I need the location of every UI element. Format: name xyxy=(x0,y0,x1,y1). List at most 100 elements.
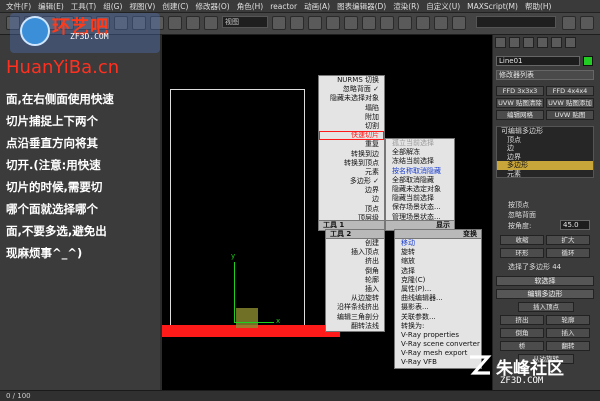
quad-menu-item[interactable]: 孤立当前选择 xyxy=(386,139,454,148)
quad-menu-item[interactable]: 转换到边 xyxy=(319,150,384,159)
quad-menu-item[interactable]: 属性(P)... xyxy=(395,285,481,294)
quad-menu-item[interactable]: 克隆(C) xyxy=(395,276,481,285)
quad-menu-item[interactable]: 转换为: xyxy=(395,322,481,331)
rotate-icon[interactable] xyxy=(186,16,200,30)
quad-menu-item[interactable]: 插入 xyxy=(326,285,384,294)
layer-manager-icon[interactable] xyxy=(452,16,466,30)
quad-menu-item[interactable]: 塌陷 xyxy=(319,104,384,113)
quad-menu-item[interactable]: 按名称取消隐藏 xyxy=(386,167,454,176)
insert-vertex-button[interactable]: 插入顶点 xyxy=(518,302,574,312)
quad-menu-item[interactable]: 隐藏未选定对象 xyxy=(386,185,454,194)
uvw-clear-button[interactable]: UVW 贴图清除 xyxy=(496,98,544,108)
edit-polygons-rollout[interactable]: 编辑多边形 xyxy=(496,289,594,299)
quad-menu-item[interactable]: 切割 xyxy=(319,122,384,131)
quad-menu-item[interactable]: 忽略背面 ✓ xyxy=(319,85,384,94)
quad-menu-item[interactable]: 插入顶点 xyxy=(326,248,384,257)
render-setup-icon[interactable] xyxy=(562,16,576,30)
quad-menu-item[interactable]: 轮廓 xyxy=(326,276,384,285)
quad-menu-item[interactable]: 附加 xyxy=(319,113,384,122)
quad-menu-item[interactable]: 冻结当前选择 xyxy=(386,157,454,166)
spinner-snap-icon[interactable] xyxy=(380,16,394,30)
pivot-icon[interactable] xyxy=(272,16,286,30)
mirror-icon[interactable] xyxy=(416,16,430,30)
quad-menu-item[interactable]: 全部取消隐藏 xyxy=(386,176,454,185)
stack-item-edge[interactable]: 边 xyxy=(497,144,593,153)
stack-item-element[interactable]: 元素 xyxy=(497,170,593,179)
quad-menu-item[interactable]: 重复 xyxy=(319,140,384,149)
menu-item[interactable]: reactor xyxy=(270,2,297,11)
quad-menu-item[interactable]: 倒角 xyxy=(326,267,384,276)
select-manipulate-icon[interactable] xyxy=(290,16,304,30)
quad-menu-item[interactable]: 全部解冻 xyxy=(386,148,454,157)
menu-item[interactable]: 帮助(H) xyxy=(525,1,552,12)
create-tab-icon[interactable] xyxy=(495,37,506,48)
display-tab-icon[interactable] xyxy=(551,37,562,48)
menu-item[interactable]: 文件(F) xyxy=(6,1,31,12)
named-selection-icon[interactable] xyxy=(398,16,412,30)
flip-button[interactable]: 翻转 xyxy=(546,341,590,351)
time-slider[interactable]: 0 / 100 xyxy=(0,390,600,401)
menu-item[interactable]: 工具(T) xyxy=(71,1,96,12)
object-color-swatch[interactable] xyxy=(583,56,593,66)
keyboard-shortcut-icon[interactable] xyxy=(308,16,322,30)
grow-button[interactable]: 扩大 xyxy=(546,235,590,245)
inset-button[interactable]: 插入 xyxy=(546,328,590,338)
menu-item[interactable]: 修改器(O) xyxy=(195,1,229,12)
object-name-field[interactable]: Line01 xyxy=(496,56,580,66)
menu-item[interactable]: MAXScript(M) xyxy=(467,2,518,11)
quad-menu-item[interactable]: 摄影表... xyxy=(395,303,481,312)
quad-menu-item[interactable]: 多边形 ✓ xyxy=(319,177,384,186)
utilities-tab-icon[interactable] xyxy=(565,37,576,48)
outline-button[interactable]: 轮廓 xyxy=(546,315,590,325)
stack-item-polygon[interactable]: 多边形 xyxy=(497,161,593,170)
snap-3d-icon[interactable] xyxy=(326,16,340,30)
quad-menu-item[interactable]: 曲线编辑器... xyxy=(395,294,481,303)
ffd444-button[interactable]: FFD 4x4x4 xyxy=(546,86,594,96)
menu-item[interactable]: 角色(H) xyxy=(237,1,264,12)
modifier-stack[interactable]: 可编辑多边形 顶点 边 边界 多边形 元素 xyxy=(496,126,594,178)
quad-menu-item[interactable]: 关联参数... xyxy=(395,313,481,322)
stack-item-border[interactable]: 边界 xyxy=(497,153,593,162)
motion-tab-icon[interactable] xyxy=(537,37,548,48)
quad-menu-item[interactable]: 创建 xyxy=(326,239,384,248)
uvw-add-button[interactable]: UVW 贴图添加 xyxy=(546,98,594,108)
stack-title[interactable]: 可编辑多边形 xyxy=(497,127,593,136)
by-angle-checkbox[interactable]: 按角度: xyxy=(508,221,531,231)
menu-item[interactable]: 动画(A) xyxy=(304,1,330,12)
quad-menu-item[interactable]: 边 xyxy=(319,195,384,204)
by-vertex-checkbox[interactable]: 按顶点 xyxy=(508,200,529,210)
angle-snap-icon[interactable] xyxy=(344,16,358,30)
quad-menu-item[interactable]: 保存场景状态... xyxy=(386,203,454,212)
menu-item[interactable]: 编辑(E) xyxy=(38,1,64,12)
menu-item[interactable]: 视图(V) xyxy=(129,1,155,12)
quad-menu-item[interactable]: 快速切片 xyxy=(319,131,384,141)
reference-coordinate-select[interactable]: 视图 xyxy=(222,16,268,28)
menu-item[interactable]: 渲染(R) xyxy=(393,1,419,12)
named-selection-set-select[interactable] xyxy=(476,16,556,28)
move-icon[interactable] xyxy=(168,16,182,30)
quad-menu-item[interactable]: 从边旋转 xyxy=(326,294,384,303)
quad-menu-item[interactable]: 沿样条线挤出 xyxy=(326,303,384,312)
quad-menu-item[interactable]: 隐藏当前选择 xyxy=(386,194,454,203)
quad-menu-item[interactable]: 选择 xyxy=(395,267,481,276)
quad-menu-item[interactable]: 缩放 xyxy=(395,257,481,266)
menu-item[interactable]: 创建(C) xyxy=(162,1,188,12)
quad-menu-item[interactable]: 元素 xyxy=(319,168,384,177)
quad-menu-item[interactable]: V-Ray scene converter xyxy=(395,340,481,349)
scale-icon[interactable] xyxy=(204,16,218,30)
quad-menu-item[interactable]: 翻转法线 xyxy=(326,322,384,331)
quad-menu-item[interactable]: NURMS 切换 xyxy=(319,76,384,85)
ignore-backface-checkbox[interactable]: 忽略背面 xyxy=(508,210,536,220)
angle-spinner[interactable]: 45.0 xyxy=(560,220,590,230)
quad-menu-item[interactable]: 转换到顶点 xyxy=(319,159,384,168)
menu-item[interactable]: 图表编辑器(D) xyxy=(337,1,386,12)
soft-selection-rollout[interactable]: 软选择 xyxy=(496,276,594,286)
uvw-map-button[interactable]: UVW 贴图 xyxy=(546,110,594,120)
shrink-button[interactable]: 收缩 xyxy=(500,235,544,245)
modify-tab-icon[interactable] xyxy=(509,37,520,48)
quad-menu-item[interactable]: 编辑三角剖分 xyxy=(326,313,384,322)
bevel-button[interactable]: 倒角 xyxy=(500,328,544,338)
align-icon[interactable] xyxy=(434,16,448,30)
stack-item-vertex[interactable]: 顶点 xyxy=(497,136,593,145)
quad-menu-item[interactable]: 隐藏未选择对象 xyxy=(319,94,384,103)
